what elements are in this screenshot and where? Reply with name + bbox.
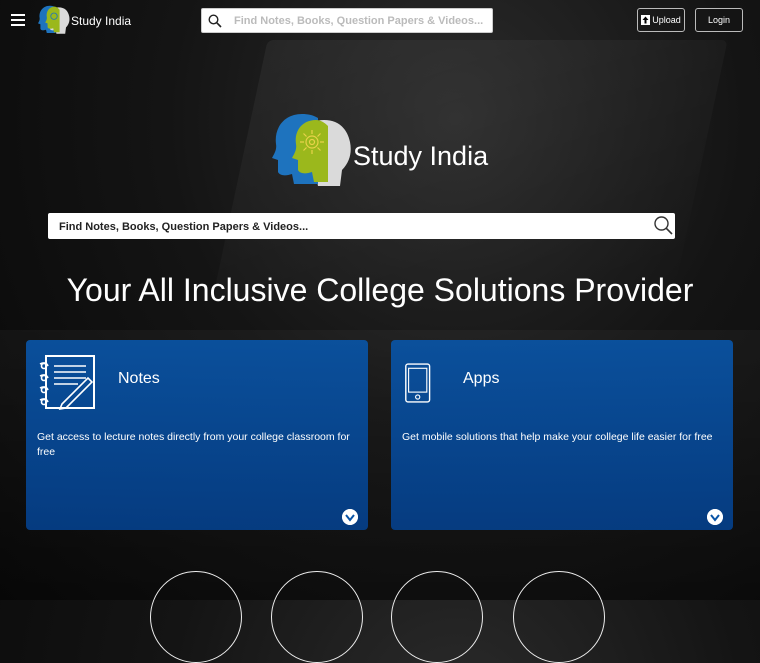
- feature-circle-1[interactable]: [150, 571, 242, 663]
- apps-card-title: Apps: [463, 370, 500, 387]
- upload-button[interactable]: Upload: [637, 8, 685, 32]
- login-button[interactable]: Login: [695, 8, 743, 32]
- hamburger-menu-icon[interactable]: [11, 14, 25, 26]
- feature-circle-3[interactable]: [391, 571, 483, 663]
- chevron-down-icon[interactable]: [707, 509, 723, 525]
- upload-icon: [641, 15, 651, 25]
- notes-icon: [39, 355, 95, 411]
- notes-card-title: Notes: [118, 370, 160, 387]
- study-india-logo-icon[interactable]: [38, 4, 70, 34]
- tablet-icon: [405, 363, 431, 403]
- apps-card[interactable]: Apps Get mobile solutions that help make…: [391, 340, 733, 530]
- notes-card[interactable]: Notes Get access to lecture notes direct…: [26, 340, 368, 530]
- navbar-search-box: [201, 8, 493, 33]
- upload-label: Upload: [652, 15, 681, 25]
- notes-card-description: Get access to lecture notes directly fro…: [37, 431, 350, 458]
- study-india-hero-logo-icon: [272, 114, 351, 186]
- search-icon[interactable]: [653, 215, 674, 236]
- main-search-box: [48, 213, 675, 239]
- top-navbar: Study India Upload Login: [0, 0, 760, 42]
- navbar-brand-name[interactable]: Study India: [71, 14, 131, 28]
- main-search-input[interactable]: [57, 216, 651, 238]
- apps-card-description: Get mobile solutions that help make your…: [402, 431, 713, 443]
- search-icon[interactable]: [208, 14, 222, 28]
- chevron-down-icon[interactable]: [342, 509, 358, 525]
- navbar-search-input[interactable]: [232, 11, 491, 31]
- feature-circle-4[interactable]: [513, 571, 605, 663]
- login-label: Login: [707, 15, 731, 25]
- page-headline: Your All Inclusive College Solutions Pro…: [66, 272, 694, 308]
- feature-circle-2[interactable]: [271, 571, 363, 663]
- hero-brand-name: Study India: [353, 141, 489, 171]
